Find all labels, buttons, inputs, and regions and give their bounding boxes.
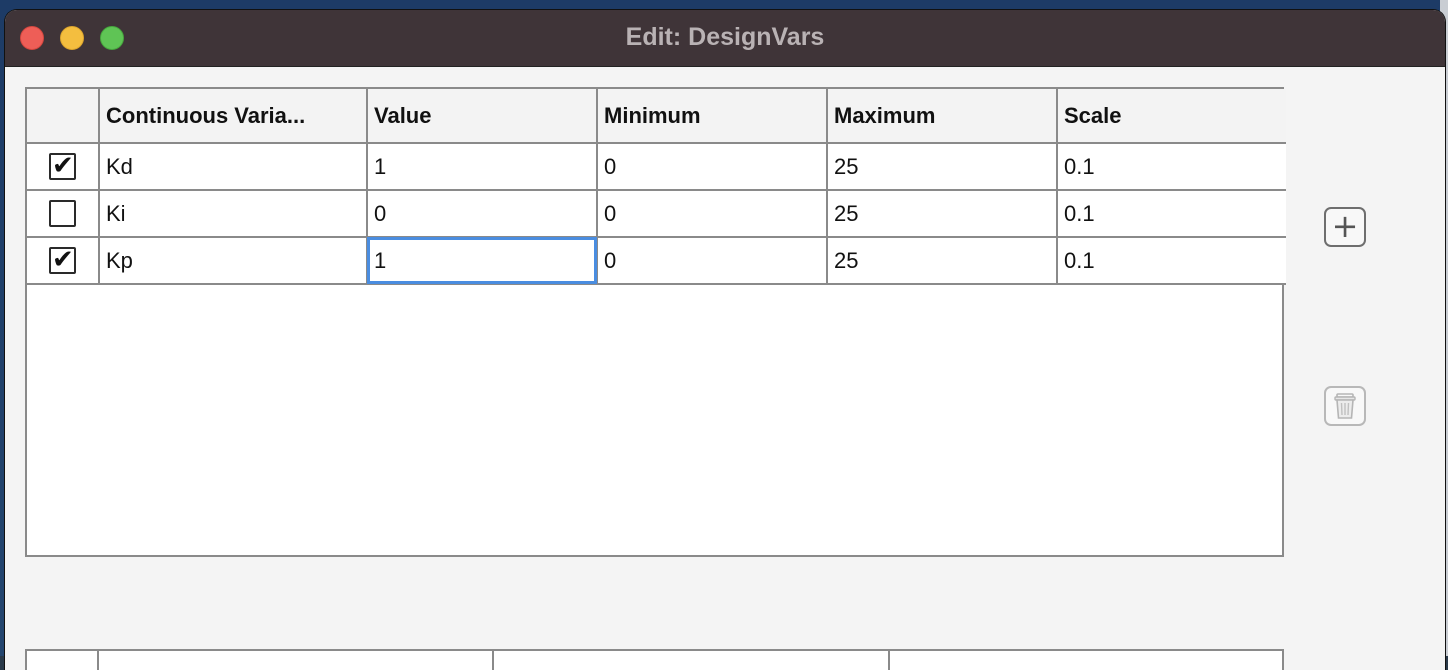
secondary-table	[25, 649, 1284, 670]
maximum-cell[interactable]: 25	[826, 236, 1058, 285]
window-title: Edit: DesignVars	[625, 23, 825, 51]
header-maximum[interactable]: Maximum	[826, 89, 1058, 144]
column-divider	[97, 651, 99, 670]
header-enabled[interactable]	[27, 89, 100, 144]
header-minimum[interactable]: Minimum	[596, 89, 828, 144]
variable-name-cell[interactable]: Kd	[98, 142, 368, 191]
column-divider	[888, 651, 890, 670]
maximum-cell[interactable]: 25	[826, 142, 1058, 191]
enabled-cell: ✔	[27, 142, 100, 191]
scale-cell[interactable]: 0.1	[1056, 189, 1286, 238]
enabled-checkbox[interactable]: ✔	[49, 245, 76, 276]
minimum-cell[interactable]: 0	[596, 236, 828, 285]
scale-cell[interactable]: 0.1	[1056, 142, 1286, 191]
table-row: Ki 0 0 25 0.1	[27, 189, 1286, 238]
variable-name-cell[interactable]: Kp	[98, 236, 368, 285]
value-cell[interactable]: 1	[366, 142, 598, 191]
design-variables-table: Continuous Varia... Value Minimum Maximu…	[25, 87, 1286, 557]
table-row: ✔ Kp 1 0 25 0.1	[27, 236, 1286, 285]
trash-icon	[1334, 393, 1356, 419]
checkmark-icon: ✔	[52, 245, 74, 276]
header-scale[interactable]: Scale	[1056, 89, 1286, 144]
enabled-cell: ✔	[27, 236, 100, 285]
table-row: ✔ Kd 1 0 25 0.1	[27, 142, 1286, 191]
header-continuous-variable[interactable]: Continuous Varia...	[98, 89, 368, 144]
header-value[interactable]: Value	[366, 89, 598, 144]
enabled-cell	[27, 189, 100, 238]
variable-name-cell[interactable]: Ki	[98, 189, 368, 238]
plus-icon: +	[1331, 207, 1359, 245]
maximum-cell[interactable]: 25	[826, 189, 1058, 238]
checkmark-icon: ✔	[52, 151, 74, 182]
add-variable-button[interactable]: +	[1324, 207, 1366, 247]
value-cell-editing[interactable]: 1	[366, 236, 598, 285]
table-header-row: Continuous Varia... Value Minimum Maximu…	[27, 89, 1286, 144]
title-bar: Edit: DesignVars	[5, 10, 1445, 67]
edit-window: Edit: DesignVars Continuous Varia... Val…	[5, 10, 1445, 670]
scale-cell[interactable]: 0.1	[1056, 236, 1286, 285]
enabled-checkbox[interactable]: ✔	[49, 151, 76, 182]
minimum-cell[interactable]: 0	[596, 142, 828, 191]
minimum-cell[interactable]: 0	[596, 189, 828, 238]
column-divider	[492, 651, 494, 670]
delete-variable-button[interactable]	[1324, 386, 1366, 426]
value-cell[interactable]: 0	[366, 189, 598, 238]
enabled-checkbox[interactable]	[49, 200, 76, 228]
